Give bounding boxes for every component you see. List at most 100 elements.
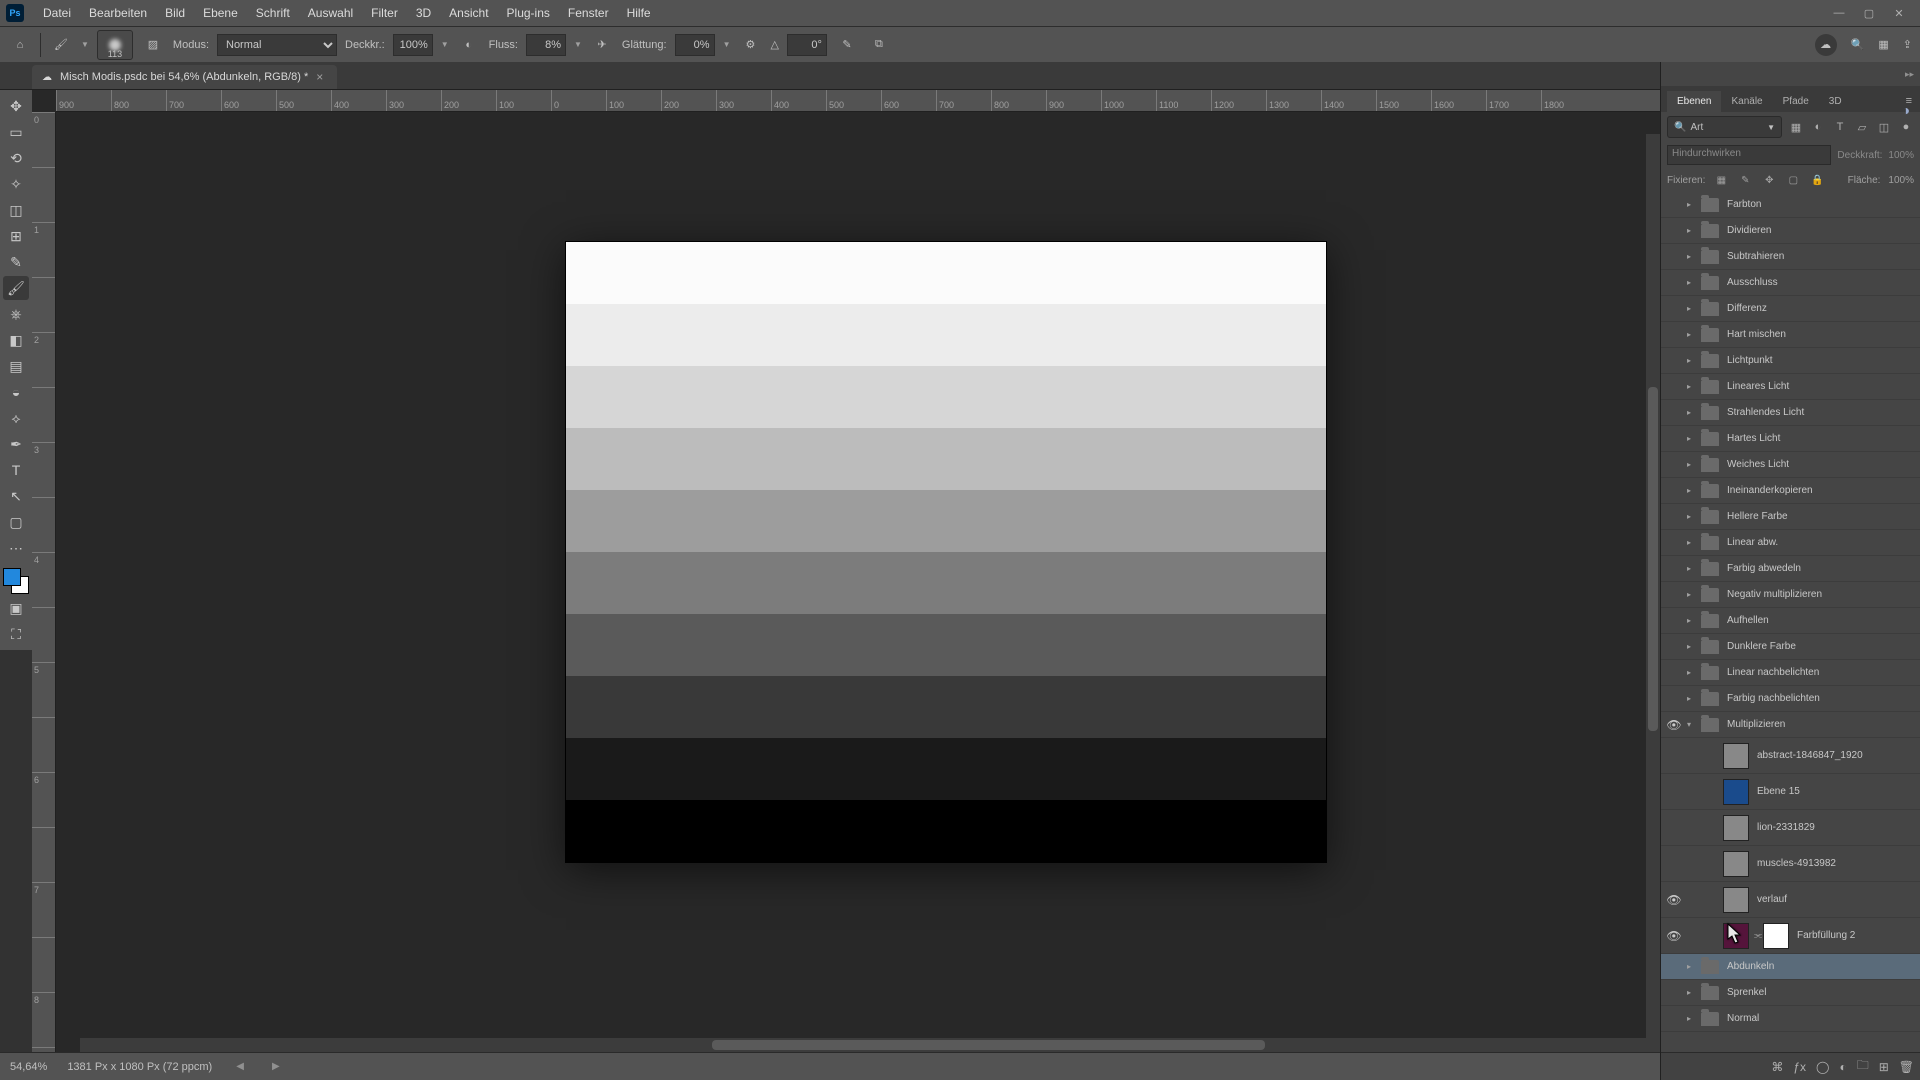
menu-file[interactable]: Datei	[34, 6, 80, 20]
chevron-right-icon[interactable]: ▸	[1687, 382, 1701, 391]
visibility-toggle[interactable]: 👁	[1661, 718, 1687, 732]
layer-row[interactable]: lion-2331829	[1661, 810, 1920, 846]
vertical-scrollbar[interactable]	[1646, 134, 1660, 1038]
filter-type-icon[interactable]: T	[1832, 119, 1848, 135]
cloud-docs-icon[interactable]: ☁	[1815, 34, 1837, 56]
lock-position-icon[interactable]: ✎	[1737, 172, 1753, 188]
layer-group-row[interactable]: ▸Lineares Licht	[1661, 374, 1920, 400]
frame-tool[interactable]: ⊞	[3, 224, 29, 248]
menu-type[interactable]: Schrift	[247, 6, 299, 20]
tab-3d[interactable]: 3D	[1819, 91, 1852, 112]
blur-tool[interactable]: ◒	[3, 380, 29, 404]
new-group-icon[interactable]: 🗀	[1857, 1056, 1869, 1077]
layer-group-row[interactable]: ▸Normal	[1661, 1006, 1920, 1032]
layer-row[interactable]: 👁⫘Farbfüllung 2	[1661, 918, 1920, 954]
airbrush-icon[interactable]: ✈	[590, 33, 614, 57]
close-tab-icon[interactable]: ×	[316, 70, 323, 84]
lock-artboard-icon[interactable]: ▢	[1785, 172, 1801, 188]
path-select-tool[interactable]: ↖	[3, 484, 29, 508]
fill-value[interactable]: 100%	[1888, 175, 1914, 186]
chevron-right-icon[interactable]: ▸	[1687, 486, 1701, 495]
chevron-right-icon[interactable]: ▸	[1687, 460, 1701, 469]
layer-group-row[interactable]: ▸Lichtpunkt	[1661, 348, 1920, 374]
layer-group-row[interactable]: ▸Hartes Licht	[1661, 426, 1920, 452]
lock-move-icon[interactable]: ✥	[1761, 172, 1777, 188]
opacity-input[interactable]	[393, 34, 433, 56]
layer-blend-mode[interactable]: Hindurchwirken	[1667, 145, 1831, 165]
chevron-right-icon[interactable]: ▸	[1687, 1014, 1701, 1023]
chevron-right-icon[interactable]: ▸	[1687, 616, 1701, 625]
layer-group-row[interactable]: ▸Ausschluss	[1661, 270, 1920, 296]
menu-help[interactable]: Hilfe	[618, 6, 660, 20]
brush-preset-picker[interactable]: 113	[97, 30, 133, 60]
lock-all-icon[interactable]: 🔒	[1809, 172, 1825, 188]
chevron-right-icon[interactable]: ▸	[1687, 252, 1701, 261]
marquee-tool[interactable]: ▭	[3, 120, 29, 144]
collapse-arrows-icon[interactable]: ▸▸	[1905, 69, 1914, 80]
document-tab[interactable]: ☁ Misch Modis.psdc bei 54,6% (Abdunkeln,…	[32, 65, 337, 89]
smoothing-gear-icon[interactable]: ⚙	[738, 33, 762, 57]
layer-group-row[interactable]: ▸Negativ multiplizieren	[1661, 582, 1920, 608]
chevron-down-icon[interactable]: ▼	[441, 40, 449, 49]
scrollbar-thumb[interactable]	[1648, 387, 1658, 731]
menu-select[interactable]: Auswahl	[299, 6, 362, 20]
chevron-right-icon[interactable]: ▸	[1687, 590, 1701, 599]
flow-input[interactable]	[526, 34, 566, 56]
visibility-toggle[interactable]: 👁	[1661, 893, 1687, 907]
vertical-ruler[interactable]: 01234567891 01 11 21 3	[32, 112, 56, 1052]
layer-list[interactable]: ▸Farbton▸Dividieren▸Subtrahieren▸Ausschl…	[1661, 192, 1920, 1052]
angle-input[interactable]	[787, 34, 827, 56]
chevron-right-icon[interactable]: ▸	[1687, 304, 1701, 313]
gradient-tool[interactable]: ▤	[3, 354, 29, 378]
menu-window[interactable]: Fenster	[559, 6, 618, 20]
layer-group-row[interactable]: ▸Hart mischen	[1661, 322, 1920, 348]
pen-tool[interactable]: ✒	[3, 432, 29, 456]
menu-3d[interactable]: 3D	[407, 6, 440, 20]
layer-group-row[interactable]: ▸Dividieren	[1661, 218, 1920, 244]
scrollbar-thumb[interactable]	[712, 1040, 1265, 1050]
foreground-color-swatch[interactable]	[3, 568, 21, 586]
layer-row[interactable]: 👁verlauf	[1661, 882, 1920, 918]
status-prev-icon[interactable]: ◀	[232, 1061, 248, 1072]
tab-channels[interactable]: Kanäle	[1721, 91, 1772, 112]
layer-group-row[interactable]: ▸Ineinanderkopieren	[1661, 478, 1920, 504]
zoom-level[interactable]: 54,64%	[10, 1061, 47, 1073]
chevron-right-icon[interactable]: ▸	[1687, 200, 1701, 209]
layer-group-row[interactable]: ▸Strahlendes Licht	[1661, 400, 1920, 426]
window-close-button[interactable]: ✕	[1884, 3, 1914, 23]
chevron-down-icon[interactable]: ▼	[723, 40, 731, 49]
chevron-right-icon[interactable]: ▸	[1687, 538, 1701, 547]
layer-group-row[interactable]: ▸Hellere Farbe	[1661, 504, 1920, 530]
filter-smart-icon[interactable]: ◫	[1876, 119, 1892, 135]
menu-image[interactable]: Bild	[156, 6, 194, 20]
chevron-right-icon[interactable]: ▸	[1687, 962, 1701, 971]
lasso-tool[interactable]: ⟲	[3, 146, 29, 170]
filter-toggle[interactable]: ●	[1898, 119, 1914, 135]
layer-group-row[interactable]: ▸Weiches Licht	[1661, 452, 1920, 478]
type-tool[interactable]: T	[3, 458, 29, 482]
magic-wand-tool[interactable]: ✧	[3, 172, 29, 196]
shape-tool[interactable]: ▢	[3, 510, 29, 534]
home-icon[interactable]: ⌂	[8, 33, 32, 57]
lock-pixels-icon[interactable]: ▦	[1713, 172, 1729, 188]
menu-view[interactable]: Ansicht	[440, 6, 497, 20]
pressure-size-icon[interactable]: ✎	[835, 33, 859, 57]
tab-paths[interactable]: Pfade	[1773, 91, 1819, 112]
menu-edit[interactable]: Bearbeiten	[80, 6, 156, 20]
layer-group-row[interactable]: ▸Aufhellen	[1661, 608, 1920, 634]
layer-group-row[interactable]: ▸Linear abw.	[1661, 530, 1920, 556]
brush-settings-icon[interactable]: ▨	[141, 33, 165, 57]
menu-filter[interactable]: Filter	[362, 6, 407, 20]
filter-pixel-icon[interactable]: ▦	[1788, 119, 1804, 135]
color-panel-collapsed-icon[interactable]: ◑	[1896, 100, 1916, 120]
new-layer-icon[interactable]: ⊞	[1879, 1060, 1889, 1074]
crop-tool[interactable]: ◫	[3, 198, 29, 222]
window-maximize-button[interactable]: ▢	[1854, 3, 1884, 23]
pressure-opacity-icon[interactable]: ◐	[457, 33, 481, 57]
layer-group-row[interactable]: ▸Subtrahieren	[1661, 244, 1920, 270]
link-layers-icon[interactable]: ⌘	[1771, 1060, 1783, 1074]
horizontal-scrollbar[interactable]	[80, 1038, 1660, 1052]
layer-row[interactable]: abstract-1846847_1920	[1661, 738, 1920, 774]
window-minimize-button[interactable]: —	[1824, 3, 1854, 23]
layer-opacity-value[interactable]: 100%	[1888, 150, 1914, 161]
